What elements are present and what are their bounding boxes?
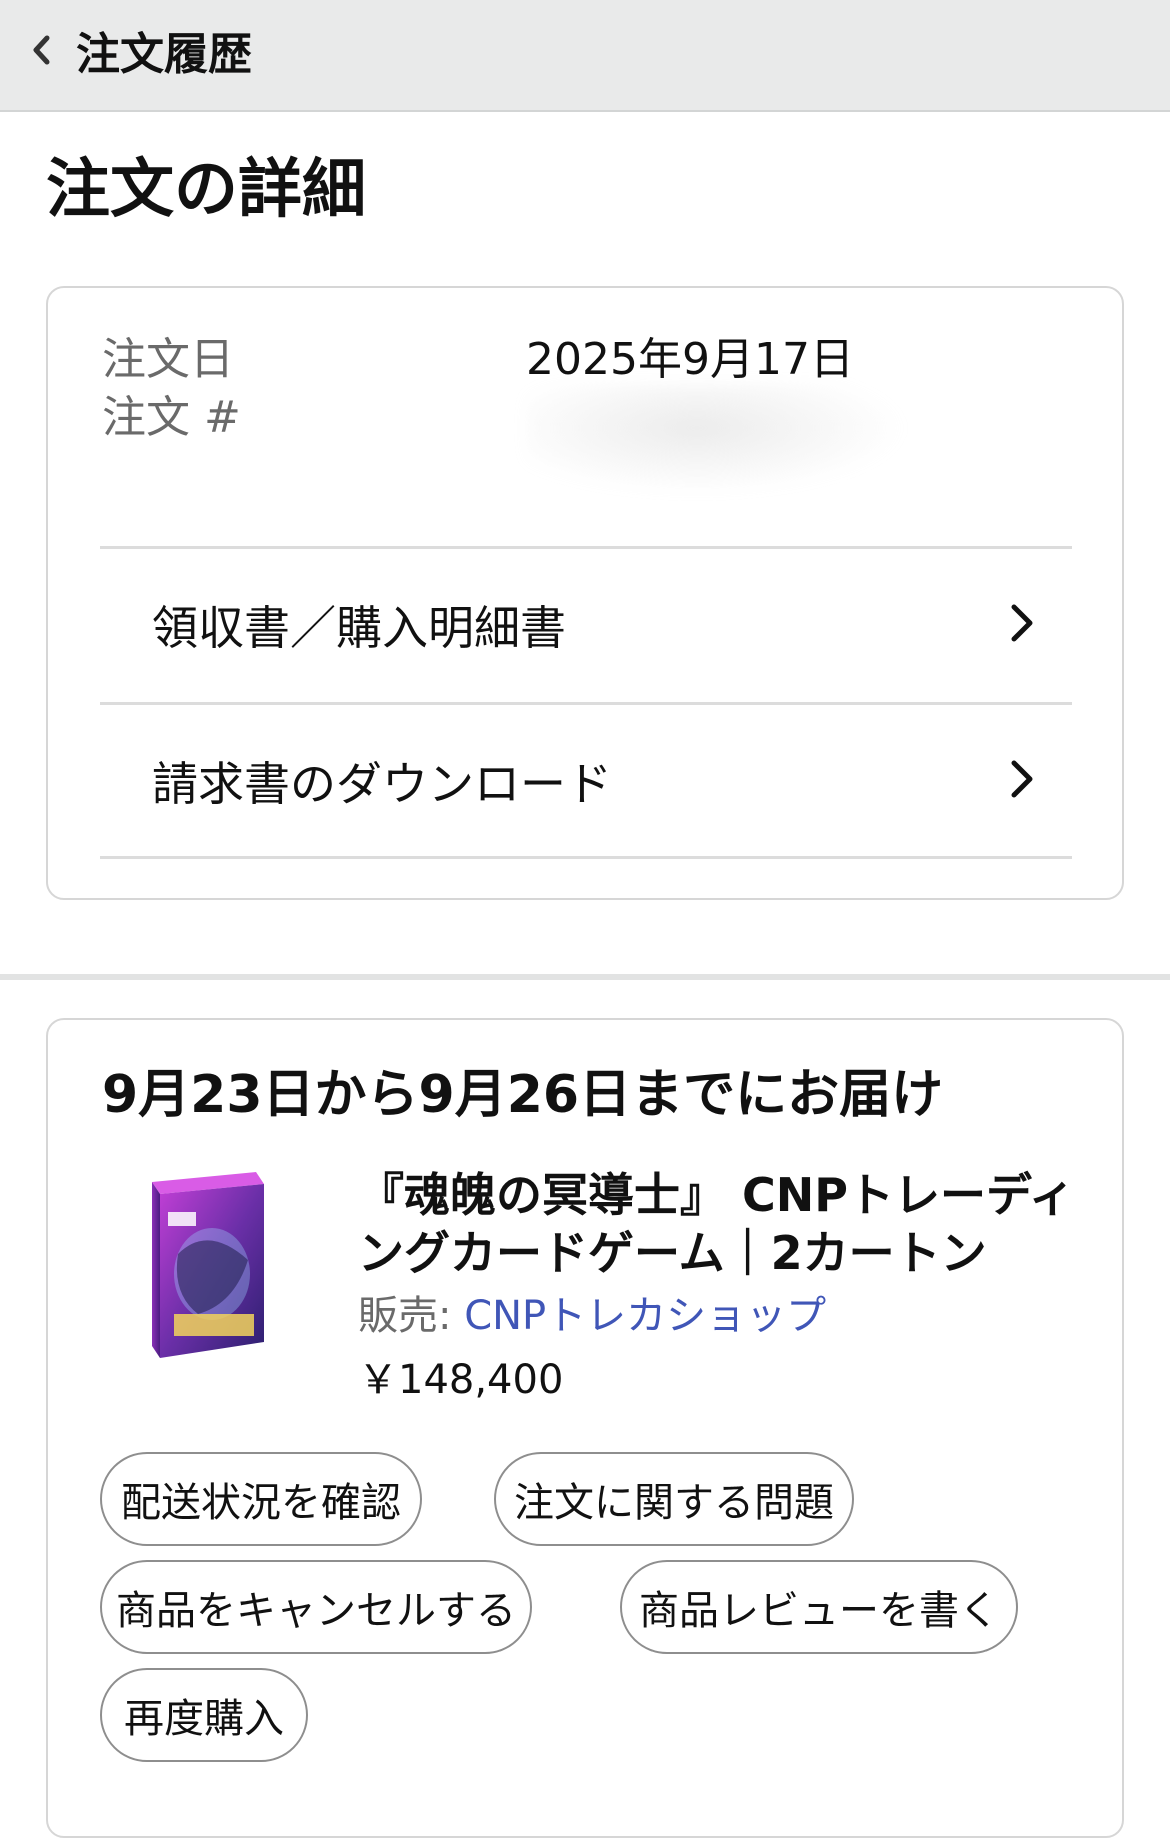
seller-prefix: 販売:	[358, 1293, 465, 1339]
receipt-link[interactable]: 領収書／購入明細書	[100, 550, 1072, 700]
chevron-right-icon	[1008, 757, 1036, 805]
product-price: ￥148,400	[358, 1357, 564, 1403]
chevron-right-icon	[1008, 601, 1036, 649]
top-nav-bar: 注文履歴	[0, 0, 1170, 112]
order-problem-button[interactable]: 注文に関する問題	[494, 1452, 854, 1546]
delivery-estimate: 9月23日から9月26日までにお届け	[102, 1065, 944, 1125]
order-number-redacted	[526, 384, 906, 494]
order-info-card: 注文日 2025年9月17日 注文 # 領収書／購入明細書 請求書のダウンロード	[46, 286, 1124, 900]
divider	[100, 546, 1072, 549]
divider	[100, 702, 1072, 705]
buy-again-button[interactable]: 再度購入	[100, 1668, 308, 1762]
section-separator	[0, 974, 1170, 980]
write-review-button[interactable]: 商品レビューを書く	[620, 1560, 1018, 1654]
track-package-button[interactable]: 配送状況を確認	[100, 1452, 422, 1546]
page-title: 注文の詳細	[46, 153, 366, 227]
receipt-link-label: 領収書／購入明細書	[152, 601, 566, 655]
product-title[interactable]: 『魂魄の冥導士』 CNPトレーディングカードゲーム｜2カートン	[358, 1166, 1078, 1282]
invoice-download-label: 請求書のダウンロード	[152, 757, 612, 811]
seller-line: 販売: CNPトレカショップ	[358, 1290, 826, 1342]
order-date-value: 2025年9月17日	[526, 334, 854, 385]
invoice-download-link[interactable]: 請求書のダウンロード	[100, 706, 1072, 856]
back-label: 注文履歴	[76, 29, 252, 80]
chevron-left-icon	[30, 33, 52, 67]
seller-link[interactable]: CNPトレカショップ	[464, 1293, 826, 1339]
product-image[interactable]	[138, 1164, 268, 1364]
order-number-label: 注文 #	[102, 392, 241, 443]
order-date-label: 注文日	[102, 334, 234, 385]
cancel-item-button[interactable]: 商品をキャンセルする	[100, 1560, 532, 1654]
divider	[100, 856, 1072, 859]
shipment-card: 9月23日から9月26日までにお届け 『魂魄の冥導士』 CNPトレーディングカー…	[46, 1018, 1124, 1838]
back-button[interactable]: 注文履歴	[30, 10, 252, 90]
